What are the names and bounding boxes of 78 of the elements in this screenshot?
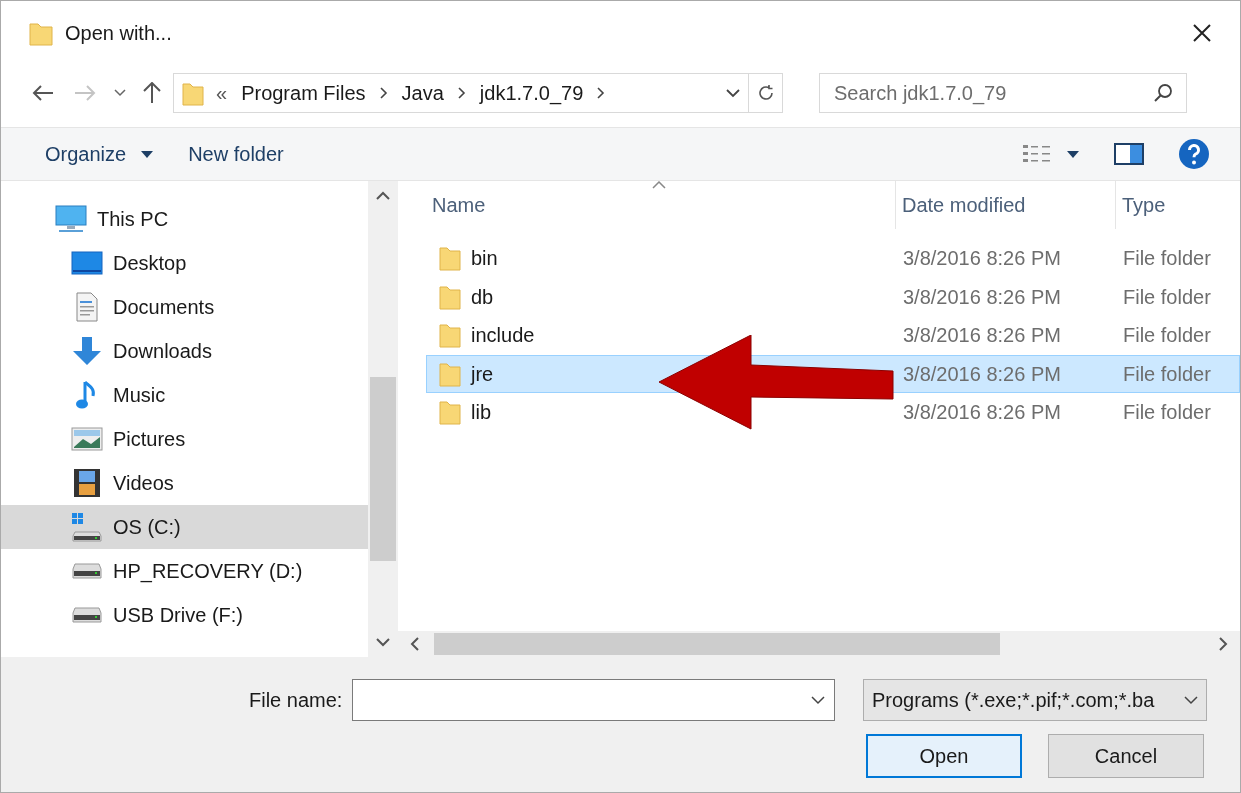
file-row[interactable]: bin 3/8/2016 8:26 PM File folder (426, 239, 1240, 278)
sidebar-item[interactable]: Videos (1, 461, 368, 505)
date-modified: 3/8/2016 8:26 PM (903, 285, 1061, 308)
folder-icon (439, 245, 461, 272)
chevron-right-icon[interactable] (597, 87, 606, 99)
file-type: File folder (1123, 362, 1211, 385)
file-name-field[interactable] (352, 679, 836, 721)
breadcrumb[interactable]: Java (401, 78, 444, 108)
chevron-down-icon[interactable] (811, 696, 826, 705)
file-name: bin (471, 246, 498, 272)
file-type: File folder (1123, 285, 1211, 308)
scroll-right-icon[interactable] (1219, 637, 1228, 651)
file-row[interactable]: lib 3/8/2016 8:26 PM File folder (426, 393, 1240, 432)
sidebar-item[interactable]: This PC (1, 197, 368, 241)
breadcrumb[interactable]: jdk1.7.0_79 (479, 78, 584, 108)
date-modified: 3/8/2016 8:26 PM (903, 362, 1061, 385)
breadcrumb[interactable]: Program Files (241, 78, 366, 108)
file-name: db (471, 284, 494, 310)
dialog-button[interactable]: Open (866, 734, 1022, 778)
sidebar-item[interactable]: Pictures (1, 417, 368, 461)
sidebar-item[interactable]: Desktop (1, 241, 368, 285)
sidebar-item[interactable]: Documents (1, 285, 368, 329)
window-title: Open with... (65, 21, 172, 46)
column-header[interactable]: Type (1116, 181, 1240, 229)
chevron-right-icon[interactable] (379, 87, 388, 99)
column-header[interactable]: Date modified (896, 181, 1116, 229)
back-arrow-icon[interactable] (32, 85, 54, 101)
chevron-right-icon[interactable] (457, 87, 466, 99)
file-name-label: File name: (249, 688, 343, 713)
horizontal-scrollbar[interactable] (398, 631, 1240, 657)
vertical-scrollbar[interactable] (368, 181, 398, 657)
scroll-down-icon[interactable] (376, 638, 390, 647)
scroll-up-icon[interactable] (376, 191, 390, 200)
file-type: File folder (1123, 247, 1211, 270)
folder-icon (29, 20, 53, 46)
dropdown-triangle-icon[interactable] (140, 149, 155, 159)
file-type-dropdown[interactable]: Programs (*.exe;*.pif;*.com;*.ba (863, 679, 1207, 721)
folder-icon (182, 80, 204, 106)
chevron-down-icon[interactable] (726, 88, 740, 98)
column-header[interactable]: Name (426, 181, 896, 229)
close-icon[interactable] (1192, 23, 1212, 43)
date-modified: 3/8/2016 8:26 PM (903, 247, 1061, 270)
drive-icon (69, 511, 105, 543)
refresh-icon[interactable] (756, 84, 775, 102)
details-view-icon[interactable] (1022, 143, 1052, 165)
file-type: File folder (1123, 324, 1211, 347)
file-name: lib (471, 400, 491, 426)
monitor-icon (53, 203, 89, 235)
help-icon[interactable] (1178, 138, 1210, 170)
dropdown-triangle-icon[interactable] (1066, 149, 1080, 159)
sidebar-item[interactable]: USB Drive (F:) (1, 593, 368, 637)
file-type: File folder (1123, 401, 1211, 424)
date-modified: 3/8/2016 8:26 PM (903, 324, 1061, 347)
folder-icon (439, 360, 461, 387)
file-row[interactable]: db 3/8/2016 8:26 PM File folder (426, 277, 1240, 316)
search-field[interactable]: Search jdk1.7.0_79 (819, 73, 1187, 113)
dialog-button[interactable]: Cancel (1048, 734, 1204, 778)
sidebar-item[interactable]: OS (C:) (1, 505, 368, 549)
chevron-down-icon[interactable] (1184, 696, 1198, 705)
folder-icon (439, 283, 461, 310)
file-name: include (471, 323, 535, 349)
date-modified: 3/8/2016 8:26 PM (903, 401, 1061, 424)
new-folder-button[interactable]: New folder (174, 134, 298, 174)
up-arrow-icon[interactable] (143, 82, 161, 104)
organize-menu[interactable]: Organize (31, 139, 141, 169)
file-row[interactable]: include 3/8/2016 8:26 PM File folder (426, 316, 1240, 355)
search-icon (1153, 83, 1173, 103)
overflow-chevron[interactable]: « (216, 78, 228, 108)
folder-icon (439, 399, 461, 426)
sidebar-item[interactable]: Music (1, 373, 368, 417)
chevron-down-icon[interactable] (114, 89, 126, 97)
scroll-left-icon[interactable] (410, 637, 419, 651)
address-bar[interactable]: « Program Files Java jdk1.7.0_79 (173, 73, 783, 113)
folder-icon (439, 322, 461, 349)
sidebar-item[interactable]: HP_RECOVERY (D:) (1, 549, 368, 593)
preview-pane-icon[interactable] (1114, 143, 1144, 165)
sidebar-item[interactable]: Downloads (1, 329, 368, 373)
file-name: jre (471, 361, 494, 387)
